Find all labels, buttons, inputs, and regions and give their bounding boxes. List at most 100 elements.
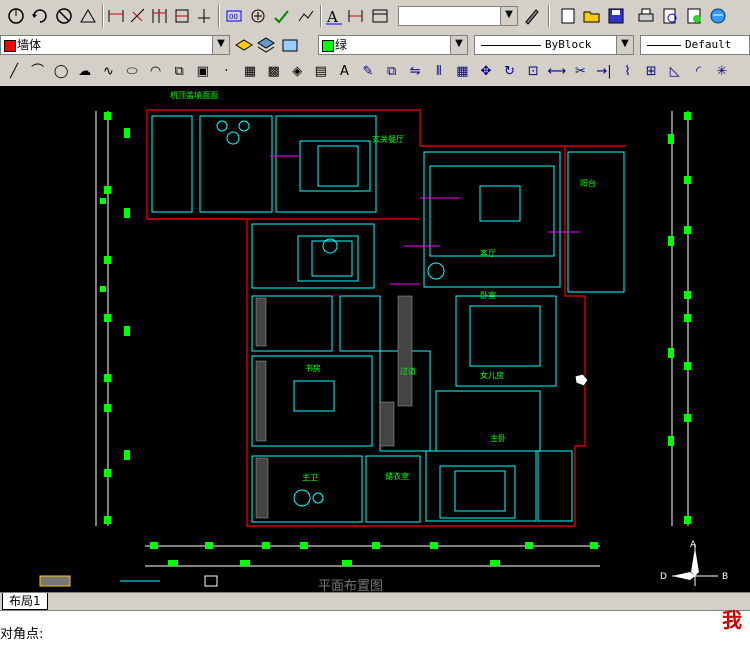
layer-manager-icon[interactable] — [256, 35, 276, 55]
compass-label-b: B — [722, 572, 728, 582]
room-label-bath: 主卫 — [302, 472, 318, 482]
outer-walls — [146, 109, 625, 527]
dim-aligned-icon[interactable] — [128, 6, 148, 26]
scale-icon[interactable]: ⊡ — [523, 62, 543, 82]
compass-label-a: A — [690, 540, 697, 550]
color-swatch — [322, 40, 334, 52]
arc-icon[interactable]: ⌒ — [28, 62, 48, 82]
chevron-down-icon: ▼ — [212, 36, 229, 54]
break-icon[interactable]: ⌇ — [618, 62, 638, 82]
publish-icon[interactable] — [684, 6, 704, 26]
linetype-combo[interactable]: ByBlock ▼ — [474, 35, 634, 55]
gradient-icon[interactable]: ▩ — [264, 62, 284, 82]
compass-icon: A D B — [660, 540, 728, 586]
dim-ordinate-icon[interactable] — [194, 6, 214, 26]
svg-text:00: 00 — [229, 13, 238, 21]
cloud-icon[interactable]: ☁ — [75, 62, 95, 82]
erase-icon[interactable]: ✎ — [358, 62, 378, 82]
command-prompt: 对角点: — [0, 627, 44, 642]
join-icon[interactable]: ⊞ — [641, 62, 661, 82]
explode-icon[interactable]: ✳ — [712, 62, 732, 82]
watermark-logo: 我 — [722, 608, 742, 632]
block-icon[interactable]: ▣ — [193, 62, 213, 82]
dim-style-icon[interactable] — [346, 6, 366, 26]
cursor-icon — [574, 373, 589, 387]
ellipse-icon[interactable]: ⬭ — [122, 62, 142, 82]
open-icon[interactable] — [582, 6, 602, 26]
hatch-icon[interactable]: ▦ — [240, 62, 260, 82]
preview-icon[interactable] — [660, 6, 680, 26]
point-icon[interactable]: · — [216, 62, 236, 82]
print-icon[interactable] — [636, 6, 656, 26]
standard-toolbar: 00 A ▼ — [0, 0, 750, 33]
layer-combo[interactable]: 墙体 ▼ — [0, 35, 230, 55]
rotate-icon[interactable]: ↻ — [500, 62, 520, 82]
region-icon[interactable]: ◈ — [287, 62, 307, 82]
offset-icon[interactable]: ⫴ — [429, 62, 449, 82]
dim-quick-icon[interactable]: 00 — [224, 6, 244, 26]
circle-icon[interactable]: ◯ — [51, 62, 71, 82]
top-note: 机顶盖墙面面 — [170, 90, 218, 100]
dim-continue-icon[interactable] — [172, 6, 192, 26]
chamfer-icon[interactable]: ◺ — [665, 62, 685, 82]
extend-icon[interactable]: →| — [594, 62, 614, 82]
room-label-study: 书房 — [305, 363, 321, 373]
layer-color-swatch — [4, 40, 16, 52]
save-icon[interactable] — [606, 6, 626, 26]
chevron-down-icon: ▼ — [500, 7, 517, 25]
move-icon[interactable]: ✥ — [476, 62, 496, 82]
drawing-title: 平面布置图 — [318, 579, 383, 592]
new-icon[interactable] — [558, 6, 578, 26]
insert-icon[interactable]: ⧉ — [169, 62, 189, 82]
arrow-up-icon[interactable] — [78, 6, 98, 26]
draw-modify-toolbar: ╱ ⌒ ◯ ☁ ∿ ⬭ ◠ ⧉ ▣ · ▦ ▩ ◈ ▤ A ✎ ⧉ ⇋ ⫴ ▦ ✥ ↻ ⊡ ⟷ ✂ →| ⌇ ⊞ ◺ ◜ ✳ — [0, 58, 750, 87]
layer-previous-icon[interactable] — [280, 35, 300, 55]
rotate-icon[interactable] — [30, 6, 50, 26]
legend — [39, 575, 218, 587]
table-icon[interactable]: ▤ — [311, 62, 331, 82]
left-dim-ticks — [100, 112, 130, 524]
room-label-bedroom: 卧室 — [480, 290, 496, 300]
text-style-icon[interactable]: A — [324, 6, 344, 26]
leader-lines — [270, 155, 580, 285]
dim-tolerance-icon[interactable] — [272, 6, 292, 26]
chevron-down-icon: ▼ — [616, 36, 633, 54]
floor-plan: 玄关餐厅 客厅 卧室 书房 过道 女儿房 主卧 主卫 储衣室 阳台 机顶盖墙面面… — [39, 90, 728, 592]
color-combo[interactable]: 绿 ▼ — [318, 35, 468, 55]
snap-icon[interactable] — [6, 6, 26, 26]
tab-layout1[interactable]: 布局1 — [2, 593, 48, 610]
text-style-combo[interactable]: ▼ — [398, 6, 518, 26]
dim-baseline-icon[interactable] — [150, 6, 170, 26]
properties-toolbar: 墙体 ▼ 绿 ▼ ByBlock ▼ Default — [0, 32, 750, 59]
chevron-down-icon: ▼ — [450, 36, 467, 54]
line-icon[interactable]: ╱ — [4, 62, 24, 82]
dim-center-icon[interactable] — [248, 6, 268, 26]
layout-tabs: 布局1 — [0, 592, 750, 611]
lineweight-combo[interactable]: Default — [640, 35, 750, 55]
room-label-balcony: 阳台 — [580, 178, 596, 188]
room-label-daughter: 女儿房 — [480, 370, 504, 380]
room-label-entry: 玄关餐厅 — [372, 134, 404, 144]
dim-leader-icon[interactable] — [296, 6, 316, 26]
mtext-icon[interactable]: A — [334, 62, 354, 82]
fillet-icon[interactable]: ◜ — [688, 62, 708, 82]
plot-icon[interactable] — [708, 6, 728, 26]
trim-icon[interactable]: ✂ — [570, 62, 590, 82]
copy-icon[interactable]: ⧉ — [382, 62, 402, 82]
stretch-icon[interactable]: ⟷ — [547, 62, 567, 82]
dim-linear-icon[interactable] — [106, 6, 126, 26]
drawing-canvas[interactable]: 玄关餐厅 客厅 卧室 书房 过道 女儿房 主卧 主卫 储衣室 阳台 机顶盖墙面面… — [0, 86, 750, 592]
room-label-living: 客厅 — [480, 248, 496, 258]
room-label-hall: 过道 — [400, 366, 416, 376]
ellipse-arc-icon[interactable]: ◠ — [146, 62, 166, 82]
layer-state-icon[interactable] — [234, 35, 254, 55]
no-icon[interactable] — [54, 6, 74, 26]
match-prop-icon[interactable] — [522, 6, 542, 26]
command-line[interactable]: 对角点: — [0, 610, 750, 650]
table-style-icon[interactable] — [370, 6, 390, 26]
mirror-icon[interactable]: ⇋ — [405, 62, 425, 82]
compass-label-d: D — [660, 572, 667, 582]
array-icon[interactable]: ▦ — [452, 62, 472, 82]
room-label-master: 主卧 — [490, 433, 506, 443]
spline-icon[interactable]: ∿ — [98, 62, 118, 82]
